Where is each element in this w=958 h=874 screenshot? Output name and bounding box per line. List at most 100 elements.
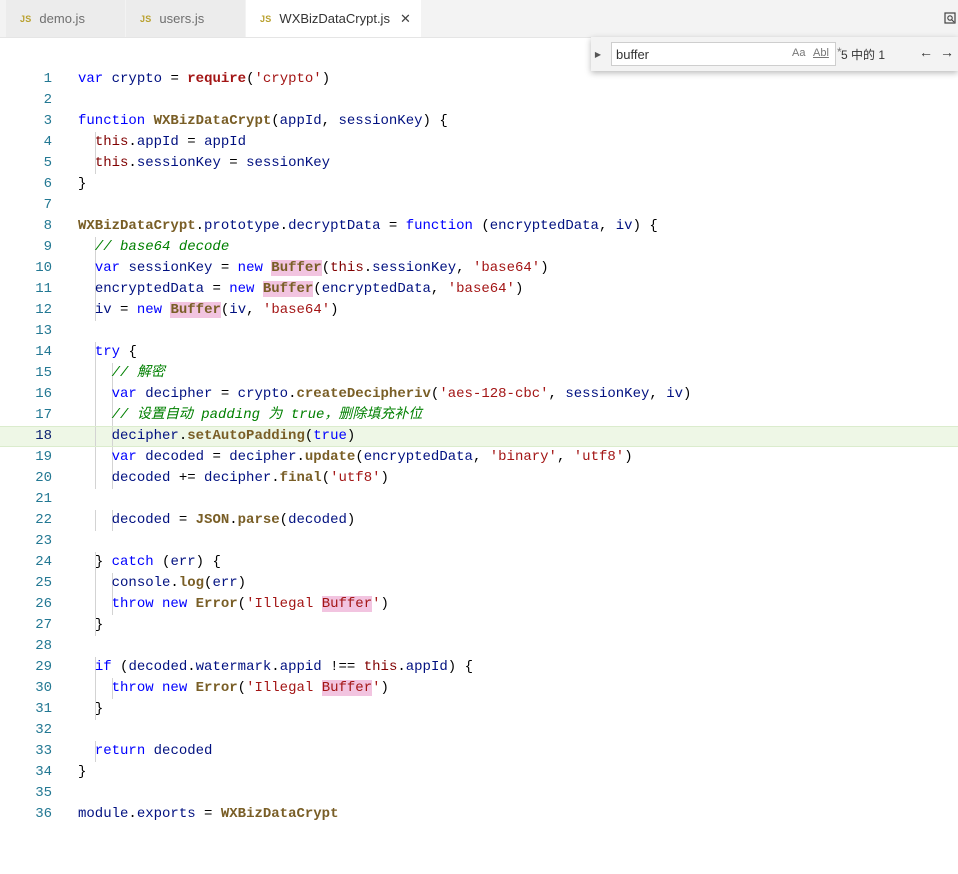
code-line[interactable]: 14 try { bbox=[0, 342, 958, 363]
code-line[interactable]: 8 WXBizDataCrypt.prototype.decryptData = … bbox=[0, 216, 958, 237]
code-text: var decoded = decipher.update(encryptedD… bbox=[111, 449, 633, 465]
code-line[interactable]: 28 bbox=[0, 636, 958, 657]
code-line[interactable]: 30 throw new Error('Illegal Buffer') bbox=[0, 678, 958, 699]
code-line[interactable]: 4 this.appId = appId bbox=[0, 132, 958, 153]
line-number: 19 bbox=[35, 449, 52, 465]
code-line[interactable]: 7 bbox=[0, 195, 958, 216]
line-number: 33 bbox=[35, 743, 52, 759]
code-text: var decipher = crypto.createDecipheriv('… bbox=[111, 386, 692, 402]
line-number: 13 bbox=[35, 323, 52, 339]
code-line[interactable]: 3 function WXBizDataCrypt(appId, sessionK… bbox=[0, 111, 958, 132]
code-text: decipher.setAutoPadding(true) bbox=[111, 428, 356, 444]
code-line[interactable]: 5 this.sessionKey = sessionKey bbox=[0, 153, 958, 174]
code-text: console.log(err) bbox=[111, 575, 247, 591]
code-line[interactable]: 21 bbox=[0, 489, 958, 510]
tab-wxbizdatacrypt-js[interactable]: JS WXBizDataCrypt.js ✕ bbox=[246, 0, 422, 37]
line-number: 26 bbox=[35, 596, 52, 612]
line-number: 6 bbox=[43, 176, 52, 192]
code-text: encryptedData = new Buffer(encryptedData… bbox=[94, 281, 524, 297]
find-input-value: buffer bbox=[616, 47, 650, 62]
code-text: function WXBizDataCrypt(appId, sessionKe… bbox=[78, 113, 448, 129]
match-count: 5 中的 1 bbox=[841, 48, 886, 62]
code-line[interactable]: 11 encryptedData = new Buffer(encryptedD… bbox=[0, 279, 958, 300]
line-number: 36 bbox=[35, 806, 52, 822]
code-line[interactable]: 23 bbox=[0, 531, 958, 552]
code-line[interactable]: 35 bbox=[0, 783, 958, 804]
tab-demo-js[interactable]: JS demo.js bbox=[6, 0, 126, 37]
line-number: 15 bbox=[35, 365, 52, 381]
code-text: } catch (err) { bbox=[94, 554, 221, 570]
line-number: 22 bbox=[35, 512, 52, 528]
match-whole-word-icon[interactable]: Abl bbox=[813, 47, 829, 59]
code-line[interactable]: 24 } catch (err) { bbox=[0, 552, 958, 573]
next-match-icon[interactable]: → bbox=[940, 44, 954, 60]
code-text: var crypto = require('crypto') bbox=[78, 71, 331, 87]
code-text: // 解密 bbox=[111, 365, 165, 381]
code-line[interactable]: 27 } bbox=[0, 615, 958, 636]
code-line[interactable]: 22 decoded = JSON.parse(decoded) bbox=[0, 510, 958, 531]
code-line[interactable]: 25 console.log(err) bbox=[0, 573, 958, 594]
code-text: decoded += decipher.final('utf8') bbox=[111, 470, 389, 486]
line-number: 31 bbox=[35, 701, 52, 717]
line-number: 34 bbox=[35, 764, 52, 780]
code-text: if (decoded.watermark.appid !== this.app… bbox=[94, 659, 473, 675]
javascript-file-icon: JS bbox=[260, 13, 272, 24]
code-line[interactable]: 13 bbox=[0, 321, 958, 342]
line-number: 20 bbox=[35, 470, 52, 486]
line-number: 32 bbox=[35, 722, 52, 738]
code-line[interactable]: 15 // 解密 bbox=[0, 363, 958, 384]
code-editor[interactable]: 1 var crypto = require('crypto') 2 3 functio… bbox=[0, 69, 958, 825]
code-line[interactable]: 10 var sessionKey = new Buffer(this.sess… bbox=[0, 258, 958, 279]
line-number: 24 bbox=[35, 554, 52, 570]
code-text: } bbox=[78, 176, 87, 192]
code-line[interactable]: 29 if (decoded.watermark.appid !== this.… bbox=[0, 657, 958, 678]
code-text: try { bbox=[94, 344, 137, 360]
line-number: 7 bbox=[43, 197, 52, 213]
find-widget: ▶ buffer Aa Abl * 5 中的 1 ← → bbox=[591, 37, 958, 71]
close-tab-icon[interactable]: ✕ bbox=[400, 11, 411, 27]
code-line[interactable]: 36 module.exports = WXBizDataCrypt bbox=[0, 804, 958, 825]
code-text: throw new Error('Illegal Buffer') bbox=[111, 680, 389, 696]
line-number: 28 bbox=[35, 638, 52, 654]
code-line[interactable]: 31 } bbox=[0, 699, 958, 720]
code-line[interactable]: 33 return decoded bbox=[0, 741, 958, 762]
line-number: 5 bbox=[43, 155, 52, 171]
code-line[interactable]: 16 var decipher = crypto.createDecipheri… bbox=[0, 384, 958, 405]
code-line[interactable]: 26 throw new Error('Illegal Buffer') bbox=[0, 594, 958, 615]
line-number: 10 bbox=[35, 260, 52, 276]
code-line[interactable]: 32 bbox=[0, 720, 958, 741]
editor-tab-bar: JS demo.js JS users.js JS WXBizDataCrypt… bbox=[0, 0, 958, 38]
code-text: this.appId = appId bbox=[94, 134, 247, 150]
find-input[interactable]: buffer Aa Abl * bbox=[611, 42, 842, 66]
code-text: } bbox=[94, 701, 104, 717]
open-changes-icon[interactable] bbox=[944, 10, 958, 26]
code-line[interactable]: 6} bbox=[0, 174, 958, 195]
code-line[interactable]: 19 var decoded = decipher.update(encrypt… bbox=[0, 447, 958, 468]
code-text: // 设置自动 padding 为 true，删除填充补位 bbox=[111, 407, 423, 423]
code-line[interactable]: 18 decipher.setAutoPadding(true) bbox=[0, 426, 958, 447]
toggle-replace-chevron-icon[interactable]: ▶ bbox=[591, 37, 605, 71]
code-line[interactable]: 2 bbox=[0, 90, 958, 111]
code-line[interactable]: 9 // base64 decode bbox=[0, 237, 958, 258]
code-line[interactable]: 17 // 设置自动 padding 为 true，删除填充补位 bbox=[0, 405, 958, 426]
code-text: // base64 decode bbox=[94, 239, 230, 255]
code-text: } bbox=[78, 764, 87, 780]
match-case-icon[interactable]: Aa bbox=[792, 47, 805, 59]
code-text: this.sessionKey = sessionKey bbox=[94, 155, 331, 171]
tab-label: demo.js bbox=[39, 11, 85, 26]
code-text: WXBizDataCrypt.prototype.decryptData = f… bbox=[78, 218, 658, 234]
code-line[interactable]: 20 decoded += decipher.final('utf8') bbox=[0, 468, 958, 489]
tab-users-js[interactable]: JS users.js bbox=[126, 0, 246, 37]
code-line[interactable]: 34} bbox=[0, 762, 958, 783]
line-number: 29 bbox=[35, 659, 52, 675]
javascript-file-icon: JS bbox=[20, 13, 32, 24]
code-line[interactable]: 1 var crypto = require('crypto') bbox=[0, 69, 958, 90]
code-text: iv = new Buffer(iv, 'base64') bbox=[94, 302, 339, 318]
code-line[interactable]: 12 iv = new Buffer(iv, 'base64') bbox=[0, 300, 958, 321]
line-number: 2 bbox=[43, 92, 52, 108]
code-text: decoded = JSON.parse(decoded) bbox=[111, 512, 356, 528]
line-number: 35 bbox=[35, 785, 52, 801]
tab-label: users.js bbox=[159, 11, 205, 26]
previous-match-icon[interactable]: ← bbox=[919, 44, 933, 60]
tab-label: WXBizDataCrypt.js bbox=[279, 11, 390, 26]
